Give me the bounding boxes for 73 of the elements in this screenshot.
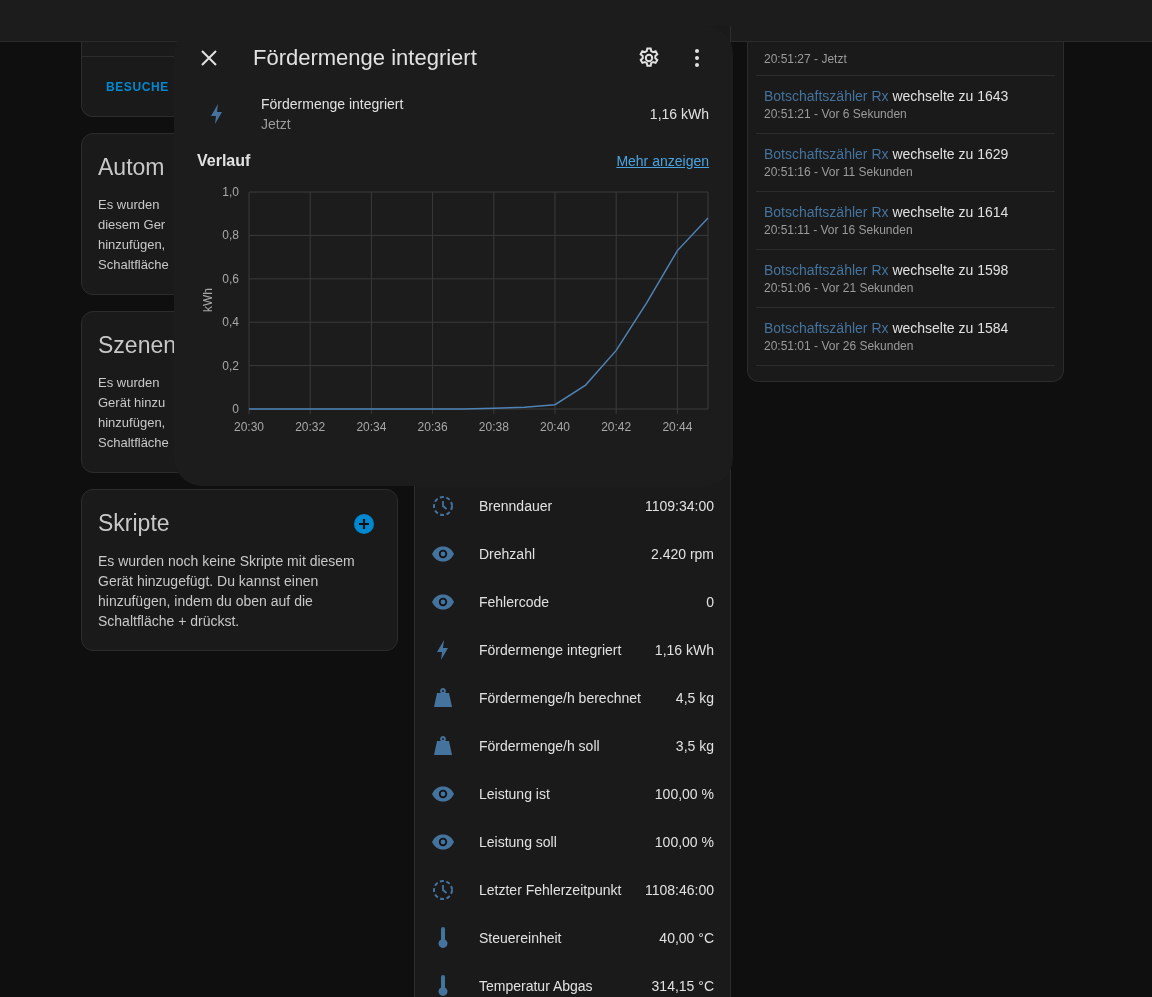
entity-name: Leistung soll: [479, 834, 558, 850]
log-entry-time: 20:51:06 - Vor 21 Sekunden: [764, 281, 915, 295]
dialog-title: Fördermenge integriert: [253, 45, 478, 71]
log-entry-time: 20:51:11 - Vor 16 Sekunden: [764, 223, 914, 237]
card-title: Autom: [98, 154, 165, 181]
axis-label: 1,0: [222, 185, 239, 199]
axis-label: 20:42: [601, 420, 632, 434]
log-entry-time: 20:51:27 - Jetzt: [764, 51, 848, 66]
axis-label: 20:30: [234, 420, 264, 434]
entity-value: 1,16 kWh: [654, 642, 714, 658]
axis-label: 20:36: [417, 420, 448, 434]
card-text: Es wurden: [98, 196, 160, 214]
log-entry-text: Botschaftszähler Rx wechselte zu 1584: [764, 320, 1010, 336]
weight-icon: [431, 734, 455, 758]
card-text: diesem Ger: [98, 216, 166, 234]
entity-value: 1109:34:00: [644, 498, 714, 514]
card-text: Es wurden: [98, 374, 160, 392]
entity-value: 0: [706, 594, 714, 610]
settings-icon[interactable]: [637, 46, 661, 70]
log-entry-text: Botschaftszähler Rx wechselte zu 1598: [764, 262, 1010, 278]
axis-label: 20:34: [356, 420, 387, 434]
log-entry-text: Botschaftszähler Rx wechselte zu 1629: [764, 146, 1010, 162]
entity-name: Letzter Fehlerzeitpunkt: [479, 882, 623, 898]
log-entry-time: 20:51:16 - Vor 11 Sekunden: [764, 165, 914, 179]
entity-value: 4,5 kg: [675, 690, 714, 706]
more-link[interactable]: Mehr anzeigen: [616, 153, 709, 169]
axis-label: 20:44: [662, 420, 693, 434]
entity-time: Jetzt: [261, 116, 292, 132]
axis-label: 20:40: [540, 420, 570, 434]
axis-label: 20:38: [478, 420, 509, 434]
axis-label: 0: [232, 402, 239, 416]
card-text: Gerät hinzu: [98, 394, 166, 412]
entity-value: 40,00 °C: [659, 930, 714, 946]
log-entry-time: 20:51:21 - Vor 6 Sekunden: [764, 107, 908, 121]
log-entry-text: Botschaftszähler Rx wechselte zu 1643: [764, 88, 1010, 104]
entity-name: Fördermenge integriert: [261, 96, 405, 112]
axis-title: kWh: [201, 288, 215, 312]
axis-label: 0,6: [222, 271, 239, 286]
entity-value: 3,5 kg: [675, 738, 714, 754]
card-title: Szenen: [98, 332, 176, 359]
log-entry-text: Botschaftszähler Rx wechselte zu 1614: [764, 204, 1010, 220]
axis-label: 0,2: [222, 358, 239, 373]
weight-icon: [431, 686, 455, 710]
section-title: Verlauf: [197, 152, 251, 170]
entity-name: Brenndauer: [479, 498, 554, 514]
entity-name: Steuereinheit: [479, 930, 563, 946]
entity-value: 1,16 kWh: [649, 106, 709, 122]
entity-name: Temperatur Abgas: [479, 978, 594, 994]
card-text: hinzufügen,: [98, 236, 166, 254]
card-text: Schaltfläche: [98, 256, 169, 274]
entity-name: Fehlercode: [479, 594, 551, 610]
clock-icon: [431, 878, 455, 902]
clock-icon: [431, 494, 455, 518]
entity-value: 100,00 %: [654, 786, 714, 802]
add-icon[interactable]: [353, 512, 375, 535]
entity-name: Fördermenge integriert: [479, 642, 623, 658]
card-text: Schaltfläche: [98, 434, 169, 452]
card-title: Skripte: [98, 510, 170, 537]
entity-value: 2.420 rpm: [650, 546, 714, 562]
log-entry-time: 20:51:01 - Vor 26 Sekunden: [764, 339, 915, 353]
entity-value: 100,00 %: [654, 834, 714, 850]
card-text: Es wurden noch keine Skripte mit diesem Gerät hinzugefügt. Du kannst einen hinzufügen, indem du oben auf die Schaltfläche + drückst.: [98, 552, 356, 631]
card-text: hinzufügen,: [98, 414, 166, 432]
visit-button[interactable]: BESUCHE: [106, 75, 169, 98]
entity-name: Fördermenge/h soll: [479, 738, 601, 754]
axis-label: 0,8: [222, 228, 239, 243]
entity-name: Fördermenge/h berechnet: [479, 690, 642, 706]
axis-label: 20:32: [295, 420, 326, 434]
entity-value: 1108:46:00: [644, 882, 714, 898]
entity-name: Leistung ist: [479, 786, 551, 802]
entity-name: Drehzahl: [479, 546, 537, 562]
axis-label: 0,4: [222, 315, 239, 330]
entity-value: 314,15 °C: [651, 978, 714, 994]
